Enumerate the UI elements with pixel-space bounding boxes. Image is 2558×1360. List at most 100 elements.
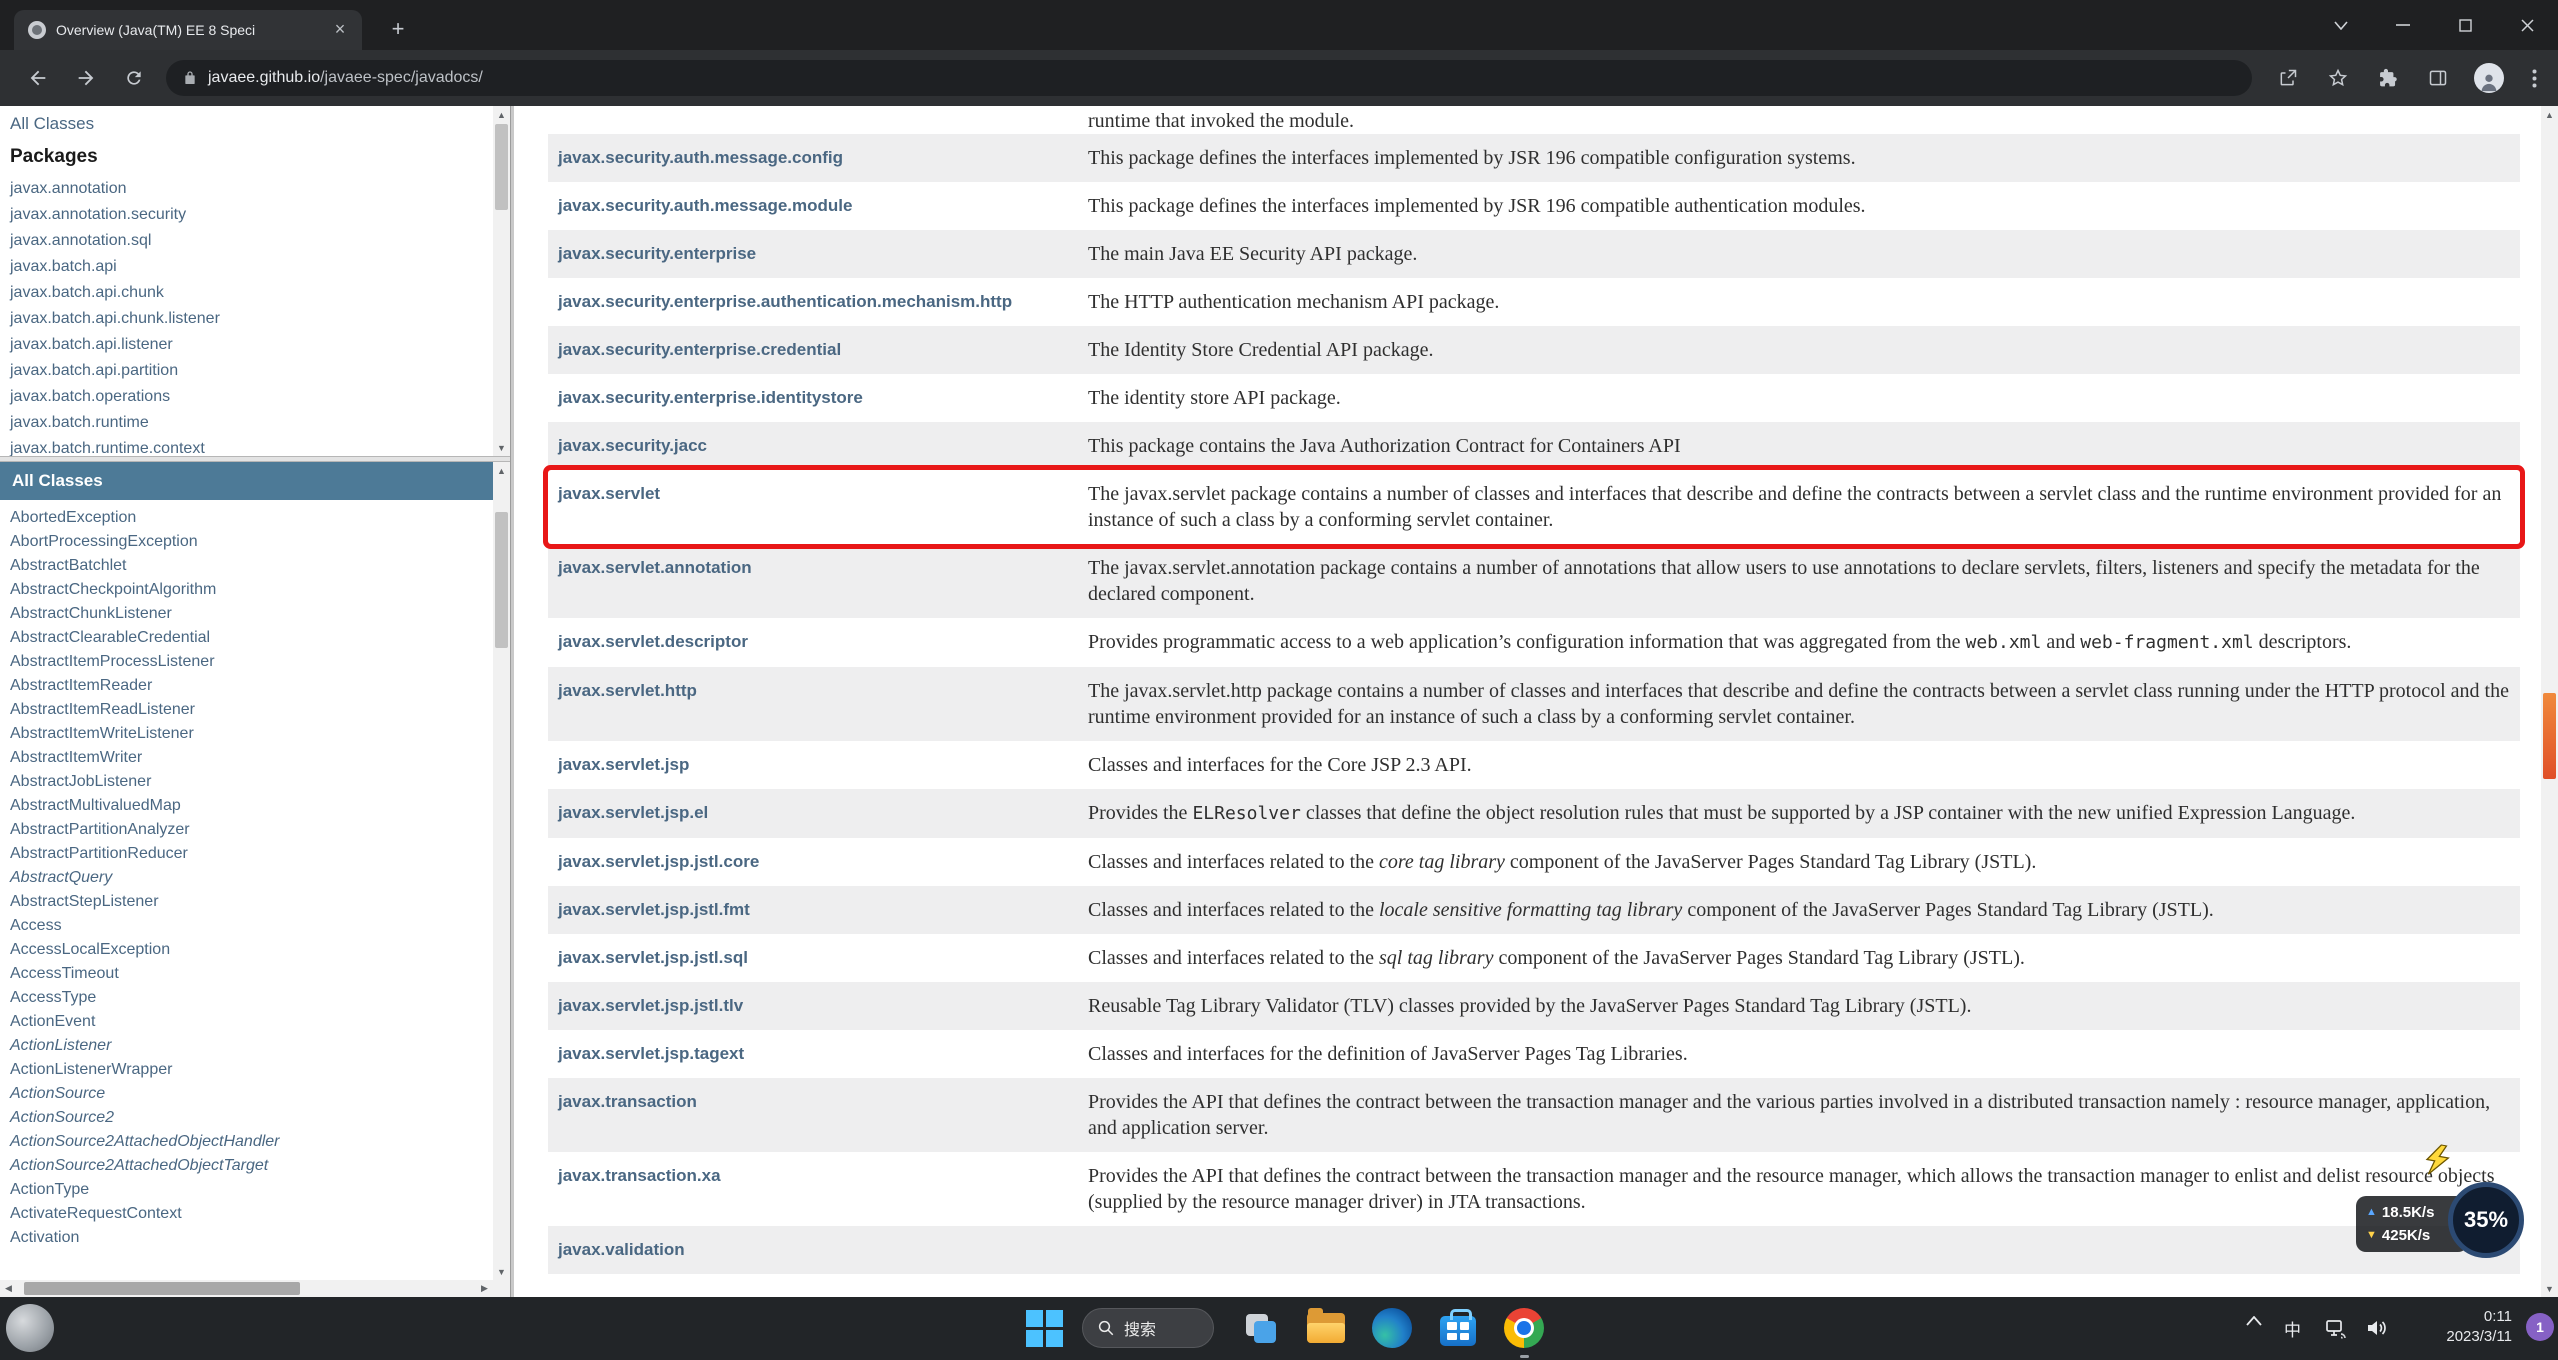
class-link[interactable]: ActionEvent (10, 1010, 493, 1034)
side-panel-icon[interactable] (2424, 64, 2452, 92)
boost-percent-badge[interactable]: 35% (2448, 1182, 2524, 1258)
back-icon[interactable] (22, 62, 54, 94)
scrollbar-thumb[interactable] (495, 512, 508, 648)
scroll-down-icon[interactable]: ▼ (493, 439, 510, 456)
class-link[interactable]: AbstractItemProcessListener (10, 650, 493, 674)
file-explorer-button[interactable] (1306, 1308, 1346, 1348)
tray-chevron-icon[interactable] (2246, 1316, 2262, 1326)
package-frame-link[interactable]: javax.batch.api.chunk.listener (10, 306, 493, 332)
class-link[interactable]: ActionListenerWrapper (10, 1058, 493, 1082)
package-link[interactable]: javax.servlet (558, 484, 660, 503)
packages-scrollbar[interactable]: ▲ ▼ (493, 106, 510, 456)
class-link[interactable]: AbortedException (10, 506, 493, 530)
package-link[interactable]: javax.servlet.annotation (558, 558, 752, 577)
browser-tab[interactable]: Overview (Java(TM) EE 8 Speci × (14, 10, 362, 50)
package-frame-link[interactable]: javax.batch.operations (10, 384, 493, 410)
package-link[interactable]: javax.servlet.http (558, 681, 697, 700)
ime-indicator[interactable]: 中 (2284, 1316, 2301, 1341)
package-link[interactable]: javax.servlet.jsp.jstl.core (558, 852, 759, 871)
tab-close-icon[interactable]: × (328, 18, 352, 42)
class-link[interactable]: ActionSource2AttachedObjectTarget (10, 1154, 493, 1178)
package-link[interactable]: javax.servlet.jsp.jstl.sql (558, 948, 748, 967)
chrome-button[interactable] (1504, 1308, 1544, 1348)
main-scrollbar[interactable]: ▲ ▼ (2541, 106, 2558, 1297)
class-link[interactable]: AbstractPartitionReducer (10, 842, 493, 866)
package-link[interactable]: javax.security.jacc (558, 436, 707, 455)
class-link[interactable]: Access (10, 914, 493, 938)
class-link[interactable]: AbstractMultivaluedMap (10, 794, 493, 818)
notification-badge[interactable]: 1 (2526, 1313, 2554, 1341)
package-frame-link[interactable]: javax.batch.api (10, 254, 493, 280)
network-icon[interactable] (2324, 1316, 2348, 1340)
reload-icon[interactable] (118, 62, 150, 94)
class-link[interactable]: AbortProcessingException (10, 530, 493, 554)
scroll-down-icon[interactable]: ▼ (493, 1263, 510, 1280)
minimize-button[interactable] (2372, 0, 2434, 50)
class-link[interactable]: AbstractClearableCredential (10, 626, 493, 650)
scroll-up-icon[interactable]: ▲ (493, 106, 510, 123)
package-frame-link[interactable]: javax.batch.api.partition (10, 358, 493, 384)
class-link[interactable]: ActionSource2AttachedObjectHandler (10, 1130, 493, 1154)
package-frame-link[interactable]: javax.batch.runtime.context (10, 436, 493, 456)
package-link[interactable]: javax.security.enterprise (558, 244, 756, 263)
class-link[interactable]: Activation (10, 1226, 493, 1250)
scroll-up-icon[interactable]: ▲ (493, 462, 510, 479)
class-link[interactable]: ActivateRequestContext (10, 1202, 493, 1226)
extension-icon[interactable] (2374, 64, 2402, 92)
class-link[interactable]: AbstractItemWriteListener (10, 722, 493, 746)
class-link[interactable]: ActionType (10, 1178, 493, 1202)
package-link[interactable]: javax.servlet.jsp.jstl.tlv (558, 996, 743, 1015)
package-link[interactable]: javax.servlet.jsp.jstl.fmt (558, 900, 750, 919)
new-tab-button[interactable]: + (384, 16, 412, 44)
taskbar-clock[interactable]: 0:11 2023/3/11 (2446, 1307, 2512, 1347)
classes-h-scrollbar[interactable]: ◀ ▶ (0, 1280, 493, 1297)
class-link[interactable]: AbstractJobListener (10, 770, 493, 794)
package-frame-link[interactable]: javax.batch.api.chunk (10, 280, 493, 306)
class-link[interactable]: AbstractBatchlet (10, 554, 493, 578)
profile-avatar[interactable] (2474, 63, 2504, 93)
all-classes-link[interactable]: All Classes (10, 114, 94, 134)
package-link[interactable]: javax.security.auth.message.module (558, 196, 852, 215)
classes-scrollbar[interactable]: ▲ ▼ (493, 462, 510, 1280)
address-bar[interactable]: javaee.github.io/javaee-spec/javadocs/ (166, 60, 2252, 96)
package-link[interactable]: javax.servlet.jsp (558, 755, 689, 774)
class-link[interactable]: AbstractStepListener (10, 890, 493, 914)
package-link[interactable]: javax.security.enterprise.identitystore (558, 388, 863, 407)
package-link[interactable]: javax.transaction.xa (558, 1166, 721, 1185)
taskbar-corner-logo[interactable] (6, 1304, 54, 1352)
package-frame-link[interactable]: javax.annotation.security (10, 202, 493, 228)
class-link[interactable]: AccessLocalException (10, 938, 493, 962)
class-link[interactable]: AbstractCheckpointAlgorithm (10, 578, 493, 602)
scroll-left-icon[interactable]: ◀ (0, 1280, 17, 1297)
scrollbar-thumb[interactable] (24, 1282, 300, 1295)
menu-kebab-icon[interactable] (2520, 64, 2548, 92)
scrollbar-thumb[interactable] (2543, 693, 2556, 779)
class-link[interactable]: AbstractQuery (10, 866, 493, 890)
class-link[interactable]: ActionSource2 (10, 1106, 493, 1130)
taskbar-search[interactable]: 搜索 (1082, 1308, 1214, 1348)
package-link[interactable]: javax.validation (558, 1240, 685, 1259)
tab-search-icon[interactable] (2310, 0, 2372, 50)
package-link[interactable]: javax.servlet.jsp.el (558, 803, 708, 822)
package-frame-link[interactable]: javax.annotation (10, 176, 493, 202)
store-button[interactable] (1438, 1308, 1478, 1348)
class-link[interactable]: AbstractChunkListener (10, 602, 493, 626)
package-link[interactable]: javax.servlet.jsp.tagext (558, 1044, 744, 1063)
scroll-right-icon[interactable]: ▶ (476, 1280, 493, 1297)
start-button[interactable] (1024, 1308, 1064, 1348)
package-link[interactable]: javax.servlet.descriptor (558, 632, 748, 651)
scrollbar-thumb[interactable] (495, 124, 508, 210)
package-link[interactable]: javax.security.enterprise.credential (558, 340, 841, 359)
package-frame-link[interactable]: javax.batch.runtime (10, 410, 493, 436)
package-link[interactable]: javax.security.auth.message.config (558, 148, 843, 167)
scroll-up-icon[interactable]: ▲ (2541, 106, 2558, 123)
package-frame-link[interactable]: javax.batch.api.listener (10, 332, 493, 358)
package-frame-link[interactable]: javax.annotation.sql (10, 228, 493, 254)
package-link[interactable]: javax.security.enterprise.authentication… (558, 292, 1012, 311)
task-view-button[interactable] (1240, 1308, 1280, 1348)
class-link[interactable]: AccessType (10, 986, 493, 1010)
package-link[interactable]: javax.transaction (558, 1092, 697, 1111)
volume-icon[interactable] (2364, 1316, 2388, 1340)
forward-icon[interactable] (70, 62, 102, 94)
class-link[interactable]: ActionSource (10, 1082, 493, 1106)
